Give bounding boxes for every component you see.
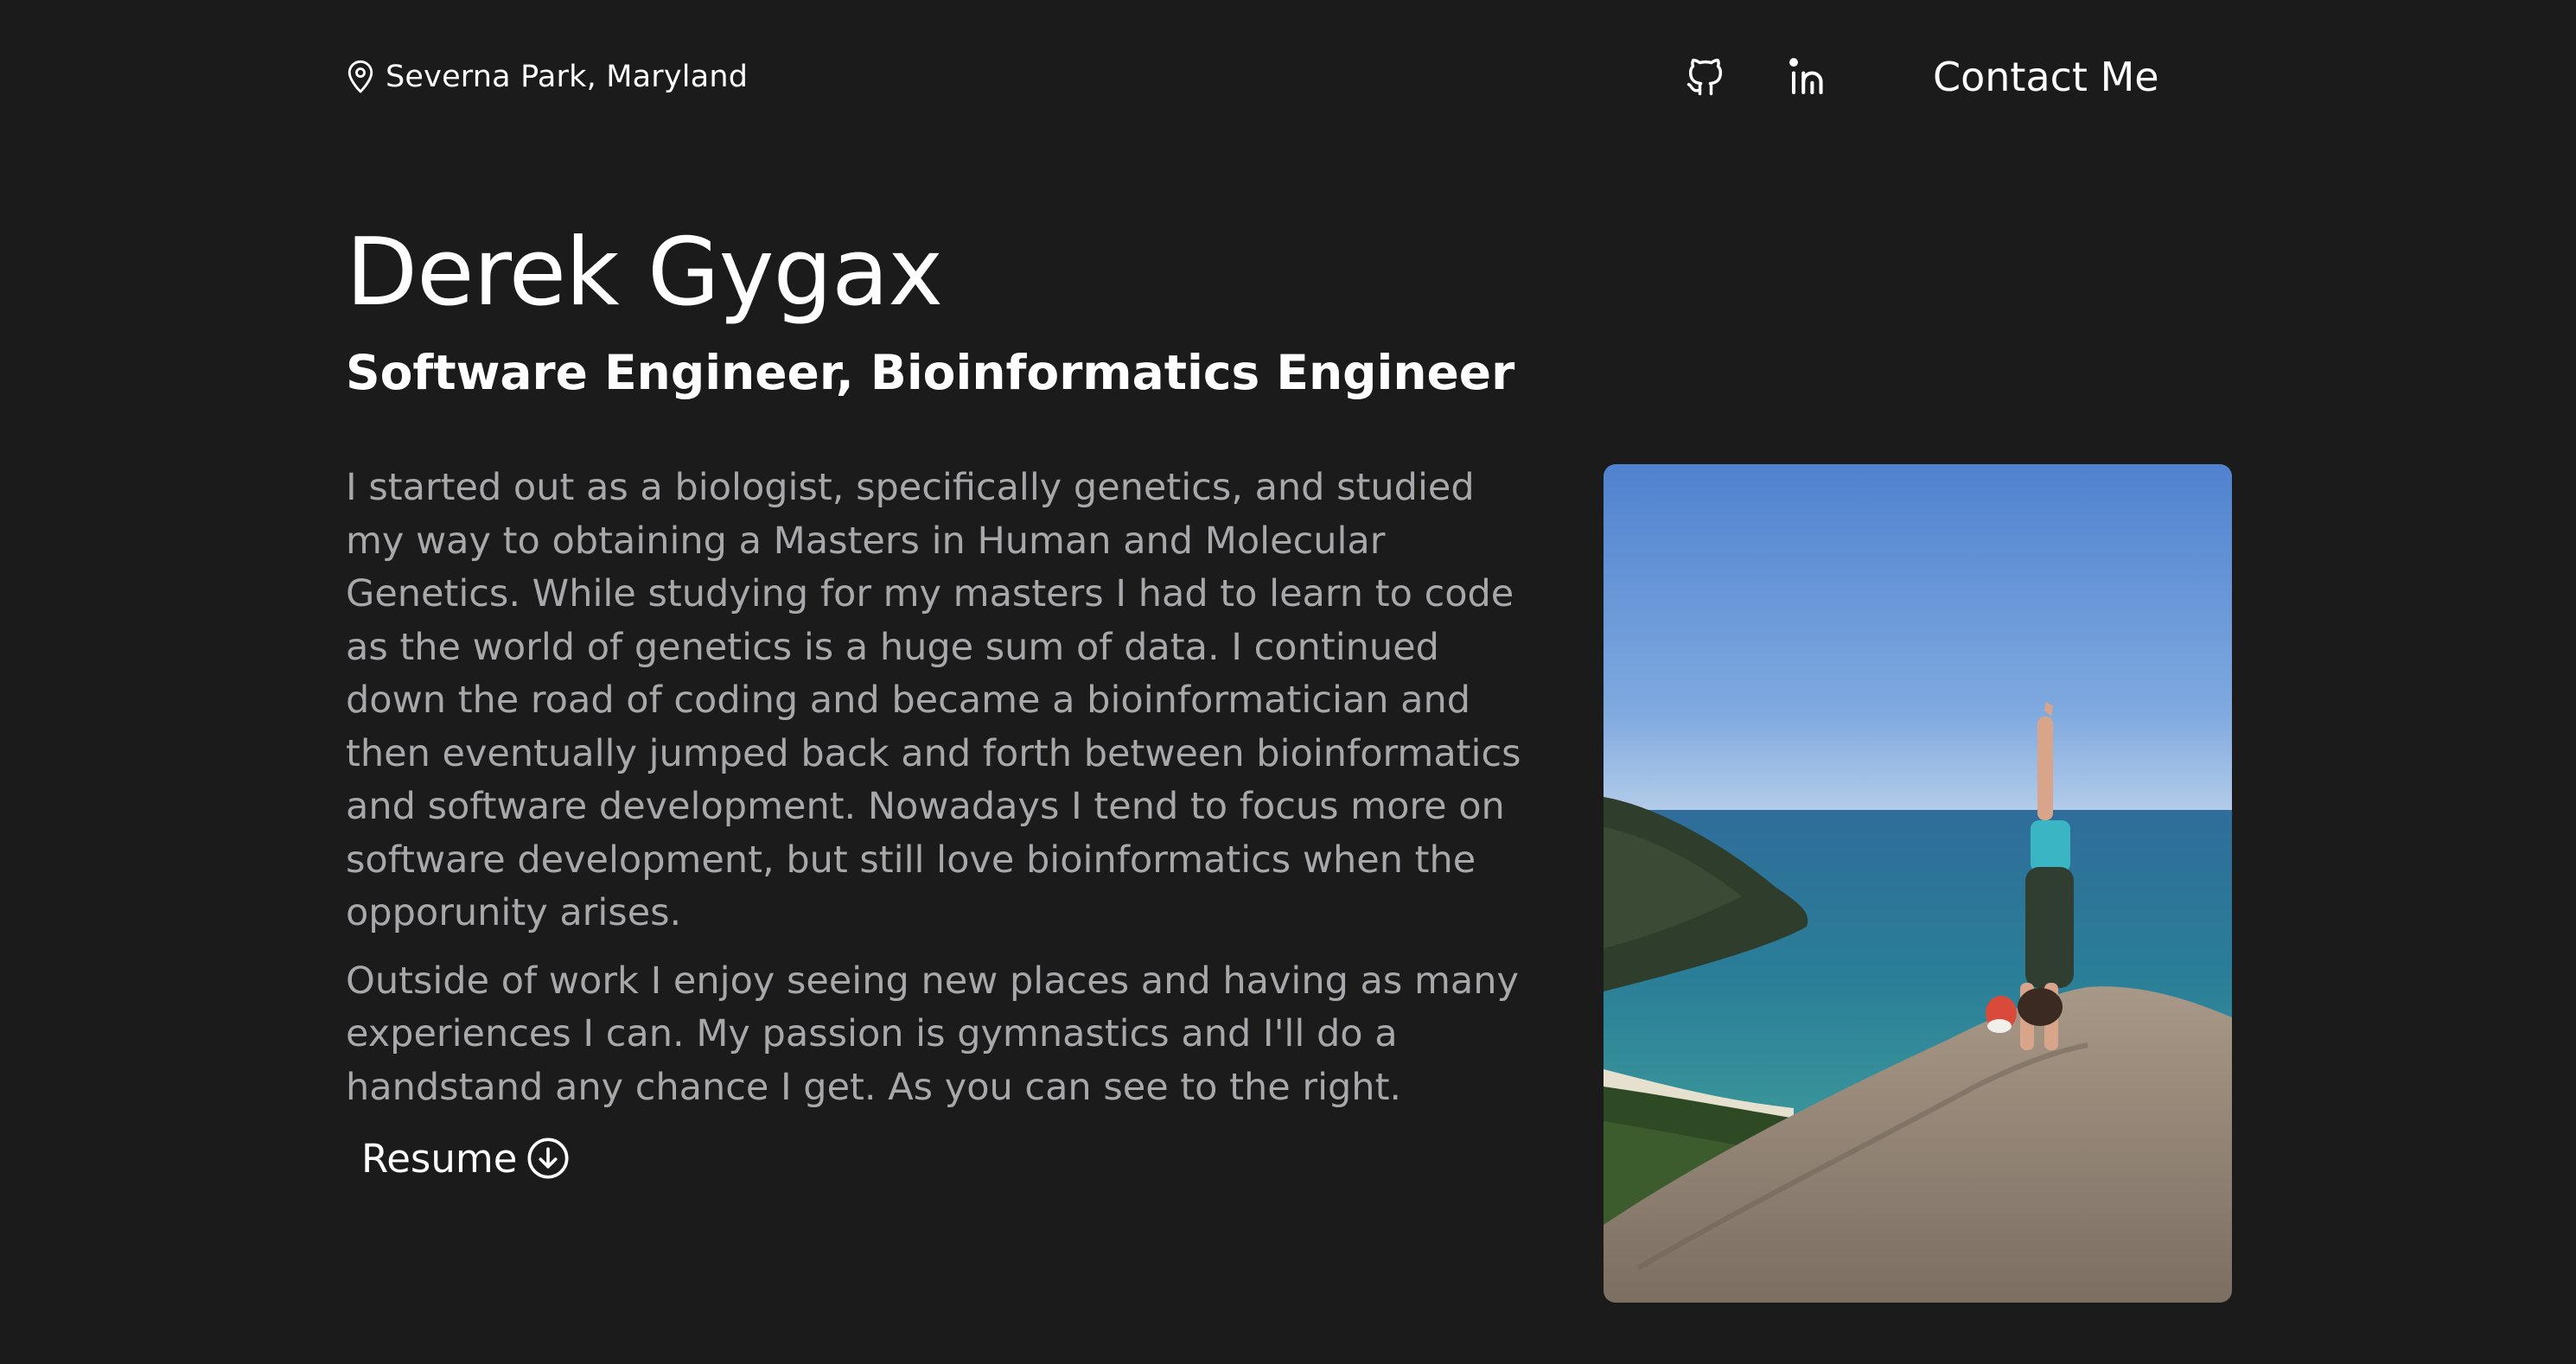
job-title: Software Engineer, Bioinformatics Engine… [346,345,1515,400]
linkedin-icon[interactable] [1784,52,1834,102]
bio-paragraph-1: I started out as a biologist, specifical… [346,466,1521,934]
page-title: Derek Gygax [346,219,943,327]
resume-download-link[interactable]: Resume [361,1128,571,1189]
site-header: Severna Park, Maryland Contact Me [346,52,2230,102]
github-icon[interactable] [1680,52,1731,102]
handstand-photo [1604,464,2232,1303]
bio-paragraph-2: Outside of work I enjoy seeing new place… [346,959,1519,1109]
resume-label: Resume [361,1135,518,1182]
contact-me-link[interactable]: Contact Me [1933,52,2159,102]
map-pin-icon [346,60,375,94]
page-container: Severna Park, Maryland Contact Me Derek … [346,0,2232,1364]
location: Severna Park, Maryland [346,52,748,102]
social-links [1680,52,1834,102]
bio-section: I started out as a biologist, specifical… [346,462,1539,1129]
download-circle-icon [526,1136,571,1181]
location-text: Severna Park, Maryland [386,60,749,94]
